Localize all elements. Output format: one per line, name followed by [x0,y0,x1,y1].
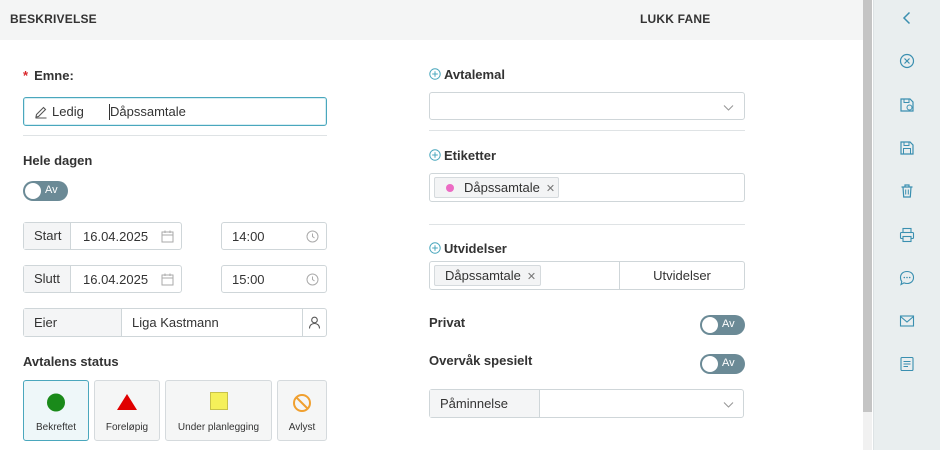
clock-icon[interactable] [306,230,319,243]
toggle-text: Av [722,357,735,369]
owner-field[interactable]: Eier Liga Kastmann [23,308,327,337]
trash-icon[interactable] [898,182,916,200]
start-time-value: 14:00 [232,229,265,244]
labels-field[interactable]: Dåpssamtale ✕ [429,173,745,202]
pencil-icon [35,106,47,119]
mail-icon[interactable] [898,312,916,330]
cancel-icon [293,394,311,412]
chevron-left-icon[interactable] [898,9,916,27]
subject-value-end: Dåpssamtale [110,104,186,119]
end-date-field[interactable]: Slutt 16.04.2025 [23,265,182,293]
start-time-field[interactable]: 14:00 [221,222,327,250]
reminder-label: Påminnelse [430,390,540,417]
private-label: Privat [429,315,466,330]
template-label[interactable]: Avtalemal [429,67,505,82]
chat-icon[interactable] [898,269,916,287]
close-tab-button[interactable]: LUKK FANE [640,12,710,26]
template-select[interactable] [429,92,745,120]
status-option-confirmed[interactable]: Bekreftet [23,380,89,441]
print-icon[interactable] [898,226,916,244]
extensions-button[interactable]: Utvidelser [620,268,744,283]
status-option-label: Avlyst [288,422,316,433]
end-time-field[interactable]: 15:00 [221,265,327,293]
label-tag[interactable]: Dåpssamtale ✕ [434,177,559,198]
owner-label: Eier [24,309,122,336]
divider [302,309,303,336]
end-time-value: 15:00 [232,272,265,287]
save-as-icon[interactable] [898,96,916,114]
start-date-value: 16.04.2025 [83,229,149,244]
end-date-value: 16.04.2025 [83,272,149,287]
extensions-field[interactable]: Dåpssamtale ✕ Utvidelser [429,261,745,290]
private-toggle[interactable]: Av [700,315,745,335]
toggle-text: Av [45,184,58,196]
action-sidebar [873,0,940,450]
scrollbar-thumb[interactable] [863,0,872,412]
chevron-down-icon [723,105,734,111]
tag-text: Dåpssamtale [464,180,540,195]
required-marker: * [23,68,29,83]
red-triangle-icon [117,394,137,410]
status-option-cancelled[interactable]: Avlyst [277,380,327,441]
yellow-square-icon [209,392,228,410]
toggle-knob [702,317,718,333]
monitor-label: Overvåk spesielt [429,353,533,368]
toggle-text: Av [722,318,735,330]
extensions-label[interactable]: Utvidelser [429,241,507,256]
remove-tag-icon[interactable]: ✕ [546,183,555,195]
tag-text: Dåpssamtale [445,268,521,283]
owner-value: Liga Kastmann [132,315,219,330]
status-option-planning[interactable]: Under planlegging [165,380,272,441]
labels-label[interactable]: Etiketter [429,148,496,163]
note-icon[interactable] [898,355,916,373]
subject-label: * Emne: [23,68,74,83]
save-icon[interactable] [898,139,916,157]
close-circle-icon[interactable] [898,52,916,70]
extension-tag[interactable]: Dåpssamtale ✕ [434,265,541,286]
status-option-tentative[interactable]: Foreløpig [94,380,160,441]
toggle-knob [25,183,41,199]
toggle-knob [702,356,718,372]
status-label: Avtalens status [23,354,119,369]
tag-color-dot [446,184,454,192]
header-bar: BESKRIVELSE LUKK FANE [0,0,863,40]
clock-icon[interactable] [306,273,319,286]
divider [429,130,745,131]
divider [429,224,745,225]
status-option-label: Foreløpig [105,422,149,433]
add-circle-icon[interactable] [429,68,441,80]
add-circle-icon[interactable] [429,149,441,161]
tab-description[interactable]: BESKRIVELSE [10,12,97,26]
calendar-icon[interactable] [161,273,174,286]
subject-value-start: Ledig [52,104,84,119]
start-label: Start [24,223,71,249]
divider [23,135,327,136]
chevron-down-icon [723,402,734,408]
remove-tag-icon[interactable]: ✕ [527,271,536,283]
calendar-icon[interactable] [161,230,174,243]
status-option-label: Under planlegging [177,422,260,433]
green-circle-icon [47,393,65,412]
end-label: Slutt [24,266,71,292]
person-icon[interactable] [308,316,321,329]
scrollbar[interactable] [863,0,872,450]
start-date-field[interactable]: Start 16.04.2025 [23,222,182,250]
status-option-label: Bekreftet [35,422,77,433]
reminder-select[interactable]: Påminnelse [429,389,744,418]
add-circle-icon[interactable] [429,242,441,254]
subject-input[interactable]: Ledig Dåpssamtale [23,97,327,126]
all-day-toggle[interactable]: Av [23,181,68,201]
all-day-label: Hele dagen [23,153,93,168]
monitor-toggle[interactable]: Av [700,354,745,374]
